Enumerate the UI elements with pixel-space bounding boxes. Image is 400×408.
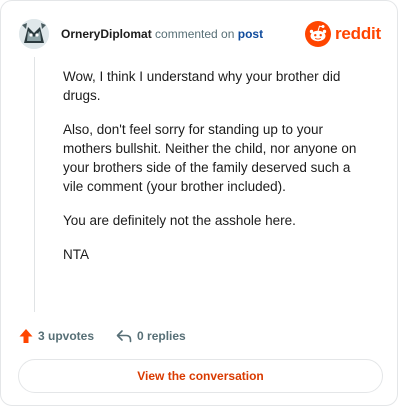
avatar-illustration: [19, 19, 49, 49]
reddit-brand[interactable]: reddit: [304, 21, 381, 47]
user-avatar[interactable]: [19, 19, 49, 49]
upvote-label: 3 upvotes: [38, 329, 95, 343]
comment-footer: 3 upvotes 0 replies: [19, 327, 186, 345]
reply-arrow-icon: [116, 330, 132, 343]
replies-label: 0 replies: [137, 329, 186, 343]
comment-body: Wow, I think I understand why your broth…: [63, 67, 373, 279]
reddit-logo-icon: [304, 21, 331, 47]
reply-count[interactable]: 0 replies: [116, 329, 186, 343]
view-conversation-button[interactable]: View the conversation: [18, 359, 383, 393]
upvote-count[interactable]: 3 upvotes: [19, 328, 94, 344]
comment-meta: OrneryDiplomat commented on post: [61, 27, 263, 41]
reddit-wordmark: reddit: [334, 24, 381, 43]
comment-paragraph: NTA: [63, 247, 89, 262]
comment-embed-card: OrneryDiplomat commented on post reddit …: [0, 0, 398, 406]
action-text: commented on: [155, 27, 235, 41]
comment-paragraph: You are definitely not the asshole here.: [63, 213, 296, 228]
comment-header: OrneryDiplomat commented on post reddit: [19, 19, 381, 49]
thread-line: [34, 57, 35, 312]
comment-paragraph: Also, don't feel sorry for standing up t…: [63, 122, 357, 194]
comment-paragraph: Wow, I think I understand why your broth…: [63, 69, 341, 103]
upvote-arrow-icon: [19, 329, 33, 343]
username-link[interactable]: OrneryDiplomat: [61, 27, 152, 41]
post-link[interactable]: post: [238, 27, 263, 41]
